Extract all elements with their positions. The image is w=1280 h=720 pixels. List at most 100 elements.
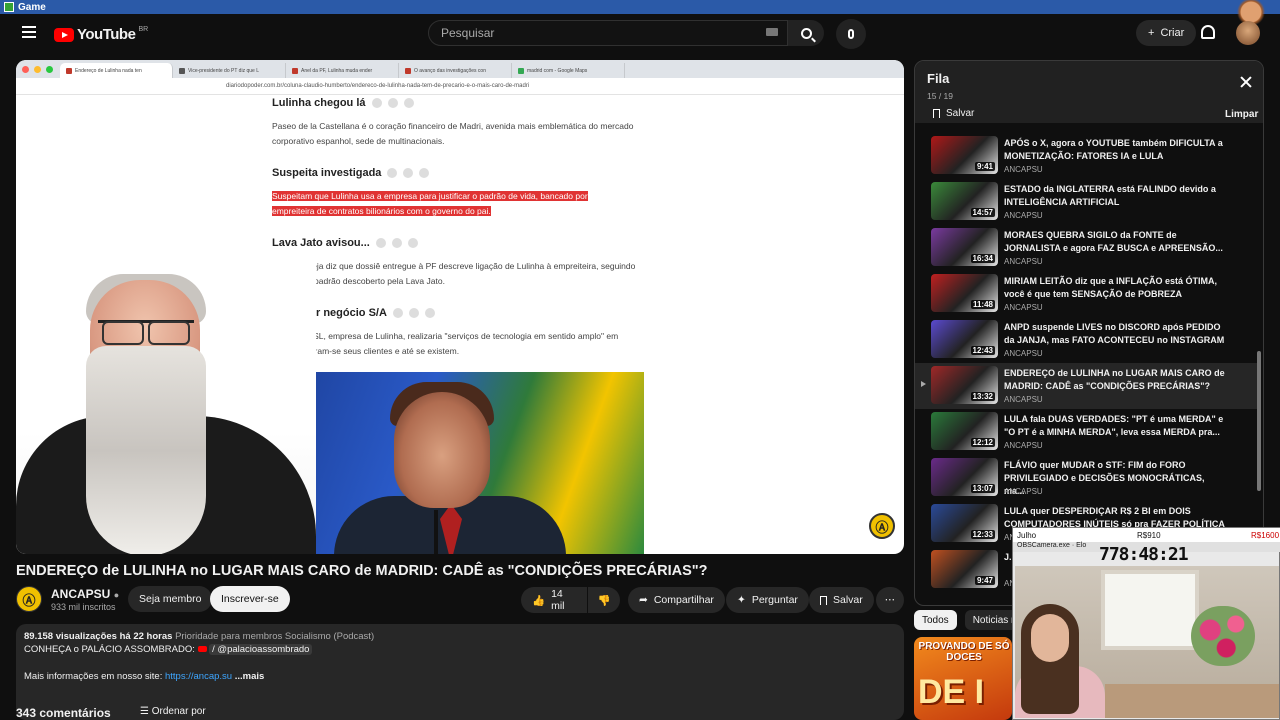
logo-region: BR [138,26,149,33]
chip-all[interactable]: Todos [914,610,957,630]
article-paragraph: A Synapta SL, empresa de Lulinha, realiz… [272,331,619,356]
clear-queue-button[interactable]: Limpar [1225,109,1258,120]
channel-name[interactable]: ANCAPSU ● [51,587,119,601]
youtube-mini-icon [197,646,207,653]
verified-icon: ● [113,590,120,600]
queue-item[interactable]: 9:41 APÓS o X, agora o YOUTUBE também DIF… [915,133,1257,179]
like-button[interactable]: 👍 14 mil [521,587,587,613]
queue-scrollbar[interactable] [1257,351,1261,491]
notifications-bell-icon[interactable] [1201,25,1215,39]
account-avatar[interactable] [1236,21,1260,45]
minimize-window-icon [34,66,41,73]
queue-item-title[interactable]: MORAES QUEBRA SIGILO da FONTE de JORNALI… [1004,229,1226,255]
thumbs-up-icon: 👍 [532,594,546,607]
queue-thumbnail[interactable]: 9:41 [931,136,998,174]
queue-item-title[interactable]: MIRIAM LEITÃO diz que a INFLAÇÃO está ÓT… [1004,275,1226,301]
queue-item-title[interactable]: LULA fala DUAS VERDADES: "PT é uma MERDA… [1004,413,1226,439]
video-player[interactable]: Endereço de Lulinha nada ten Vice-presid… [16,60,904,554]
queue-item-title[interactable]: ENDEREÇO de LULINHA no LUGAR MAIS CARO d… [1004,367,1226,393]
close-queue-icon[interactable] [1239,75,1253,89]
maximize-window-icon [46,66,53,73]
tab-favicon-icon [66,67,72,74]
queue-item[interactable]: 11:48 MIRIAM LEITÃO diz que a INFLAÇÃO es… [915,271,1257,317]
queue-thumbnail[interactable]: 12:43 [931,320,998,358]
queue-item-title[interactable]: ANPD suspende LIVES no DISCORD após PEDI… [1004,321,1226,347]
video-duration: 9:47 [974,576,995,585]
more-actions-button[interactable]: ⋯ [876,587,904,613]
article-paragraph-highlighted: Suspeitam que Lulinha usa a empresa para… [272,191,588,216]
queue-item[interactable]: 16:34 MORAES QUEBRA SIGILO da FONTE de JO… [915,225,1257,271]
queue-item[interactable]: 13:32 ENDEREÇO de LULINHA no LUGAR MAIS C… [915,363,1257,409]
queue-item-channel: ANCAPSU [1004,211,1043,220]
queue-item-title[interactable]: APÓS o X, agora o YOUTUBE também DIFICUL… [1004,137,1226,163]
article-heading: Lulinha chegou lá [272,97,414,109]
share-button[interactable]: ➦ Compartilhar [628,587,725,613]
presenter-webcam [16,250,316,554]
website-link[interactable]: https://ancap.su [165,671,232,682]
subscribe-button[interactable]: Inscrever-se [210,586,290,612]
queue-title: Fila [927,71,950,86]
browser-tab: madrid com - Google Maps [512,63,625,78]
ask-button[interactable]: ✦ Perguntar [726,587,809,613]
search-button[interactable] [788,20,824,46]
queue-thumbnail[interactable]: 11:48 [931,274,998,312]
share-icon [407,238,418,248]
os-title-bar: Game [0,0,1280,14]
show-more-link[interactable]: ...mais [235,671,265,682]
tab-favicon-icon [405,67,411,74]
share-icon [391,238,402,248]
queue-item[interactable]: 12:43 ANPD suspende LIVES no DISCORD após… [915,317,1257,363]
search-input[interactable]: Pesquisar [428,20,788,46]
create-button[interactable]: + Criar [1136,20,1197,46]
join-button[interactable]: Seja membro [128,586,213,612]
queue-thumbnail[interactable]: 12:12 [931,412,998,450]
video-duration: 11:48 [970,300,995,309]
save-queue-button[interactable]: Salvar [933,108,974,119]
browser-url: diariodopoder.com.br/coluna-claudio-humb… [226,83,530,89]
microphone-icon [848,29,854,39]
video-duration: 13:07 [970,484,995,493]
speedrun-timer: 778:48:21 [1099,544,1189,565]
share-icon [403,168,414,178]
tab-favicon-icon [518,67,524,74]
queue-item-title[interactable]: ESTADO da INGLATERRA está FALINDO devido… [1004,183,1226,209]
queue-thumbnail[interactable]: 12:33 [931,504,998,542]
queue-thumbnail[interactable]: 9:47 [931,550,998,588]
queue-item[interactable]: 13:07 FLÁVIO quer MUDAR o STF: FIM do FOR… [915,455,1257,501]
sort-comments-button[interactable]: ☰ Ordenar por [140,706,206,717]
bookmark-icon [933,109,940,118]
queue-item[interactable]: 14:57 ESTADO da INGLATERRA está FALINDO d… [915,179,1257,225]
article-paragraph: A revista Veja diz que dossiê entregue à… [272,261,636,286]
queue-thumbnail[interactable]: 16:34 [931,228,998,266]
player-name: Julho [1017,530,1037,540]
article-heading: Lava Jato avisou... [272,237,418,249]
channel-watermark-icon[interactable]: Ⓐ [869,513,895,539]
youtube-logo[interactable]: YouTube BR [54,26,148,43]
money-counter: R$910 [1137,530,1161,540]
queue-position: 15 / 19 [927,91,953,101]
streamer-overlay: Julho R$910 R$1600 OBSCamera.exe · Elo 7… [1012,527,1280,720]
share-icon [387,98,398,108]
queue-thumbnail[interactable]: 14:57 [931,182,998,220]
video-duration: 12:33 [970,530,995,539]
youtube-play-icon [54,27,74,42]
queue-thumbnail[interactable]: 13:32 [931,366,998,404]
promo-thumbnail[interactable]: PROVANDO DE SÓ DOCES DE I [914,637,1012,720]
browser-address-bar: diariodopoder.com.br/coluna-claudio-humb… [16,78,904,95]
browser-tab: Vice-presidente do PT diz que L [173,63,286,78]
hamburger-menu-icon[interactable] [22,26,36,38]
keyboard-icon[interactable] [766,28,778,36]
promo-text: PROVANDO DE SÓ DOCES [918,641,1010,663]
share-icon [387,168,398,178]
queue-item[interactable]: 12:12 LULA fala DUAS VERDADES: "PT é uma … [915,409,1257,455]
dislike-button[interactable]: 👎 [588,587,620,613]
tab-favicon-icon [179,67,185,74]
channel-avatar[interactable]: Ⓐ [16,586,42,612]
channel-handle-link[interactable]: / @palacioassombrado [209,644,313,655]
save-button[interactable]: Salvar [809,587,874,613]
browser-tab: Anel da PF, Lulinha muda ender [286,63,399,78]
promo-big-text: DE I [918,673,985,711]
create-label: Criar [1160,27,1185,39]
queue-thumbnail[interactable]: 13:07 [931,458,998,496]
voice-search-button[interactable] [836,19,866,49]
